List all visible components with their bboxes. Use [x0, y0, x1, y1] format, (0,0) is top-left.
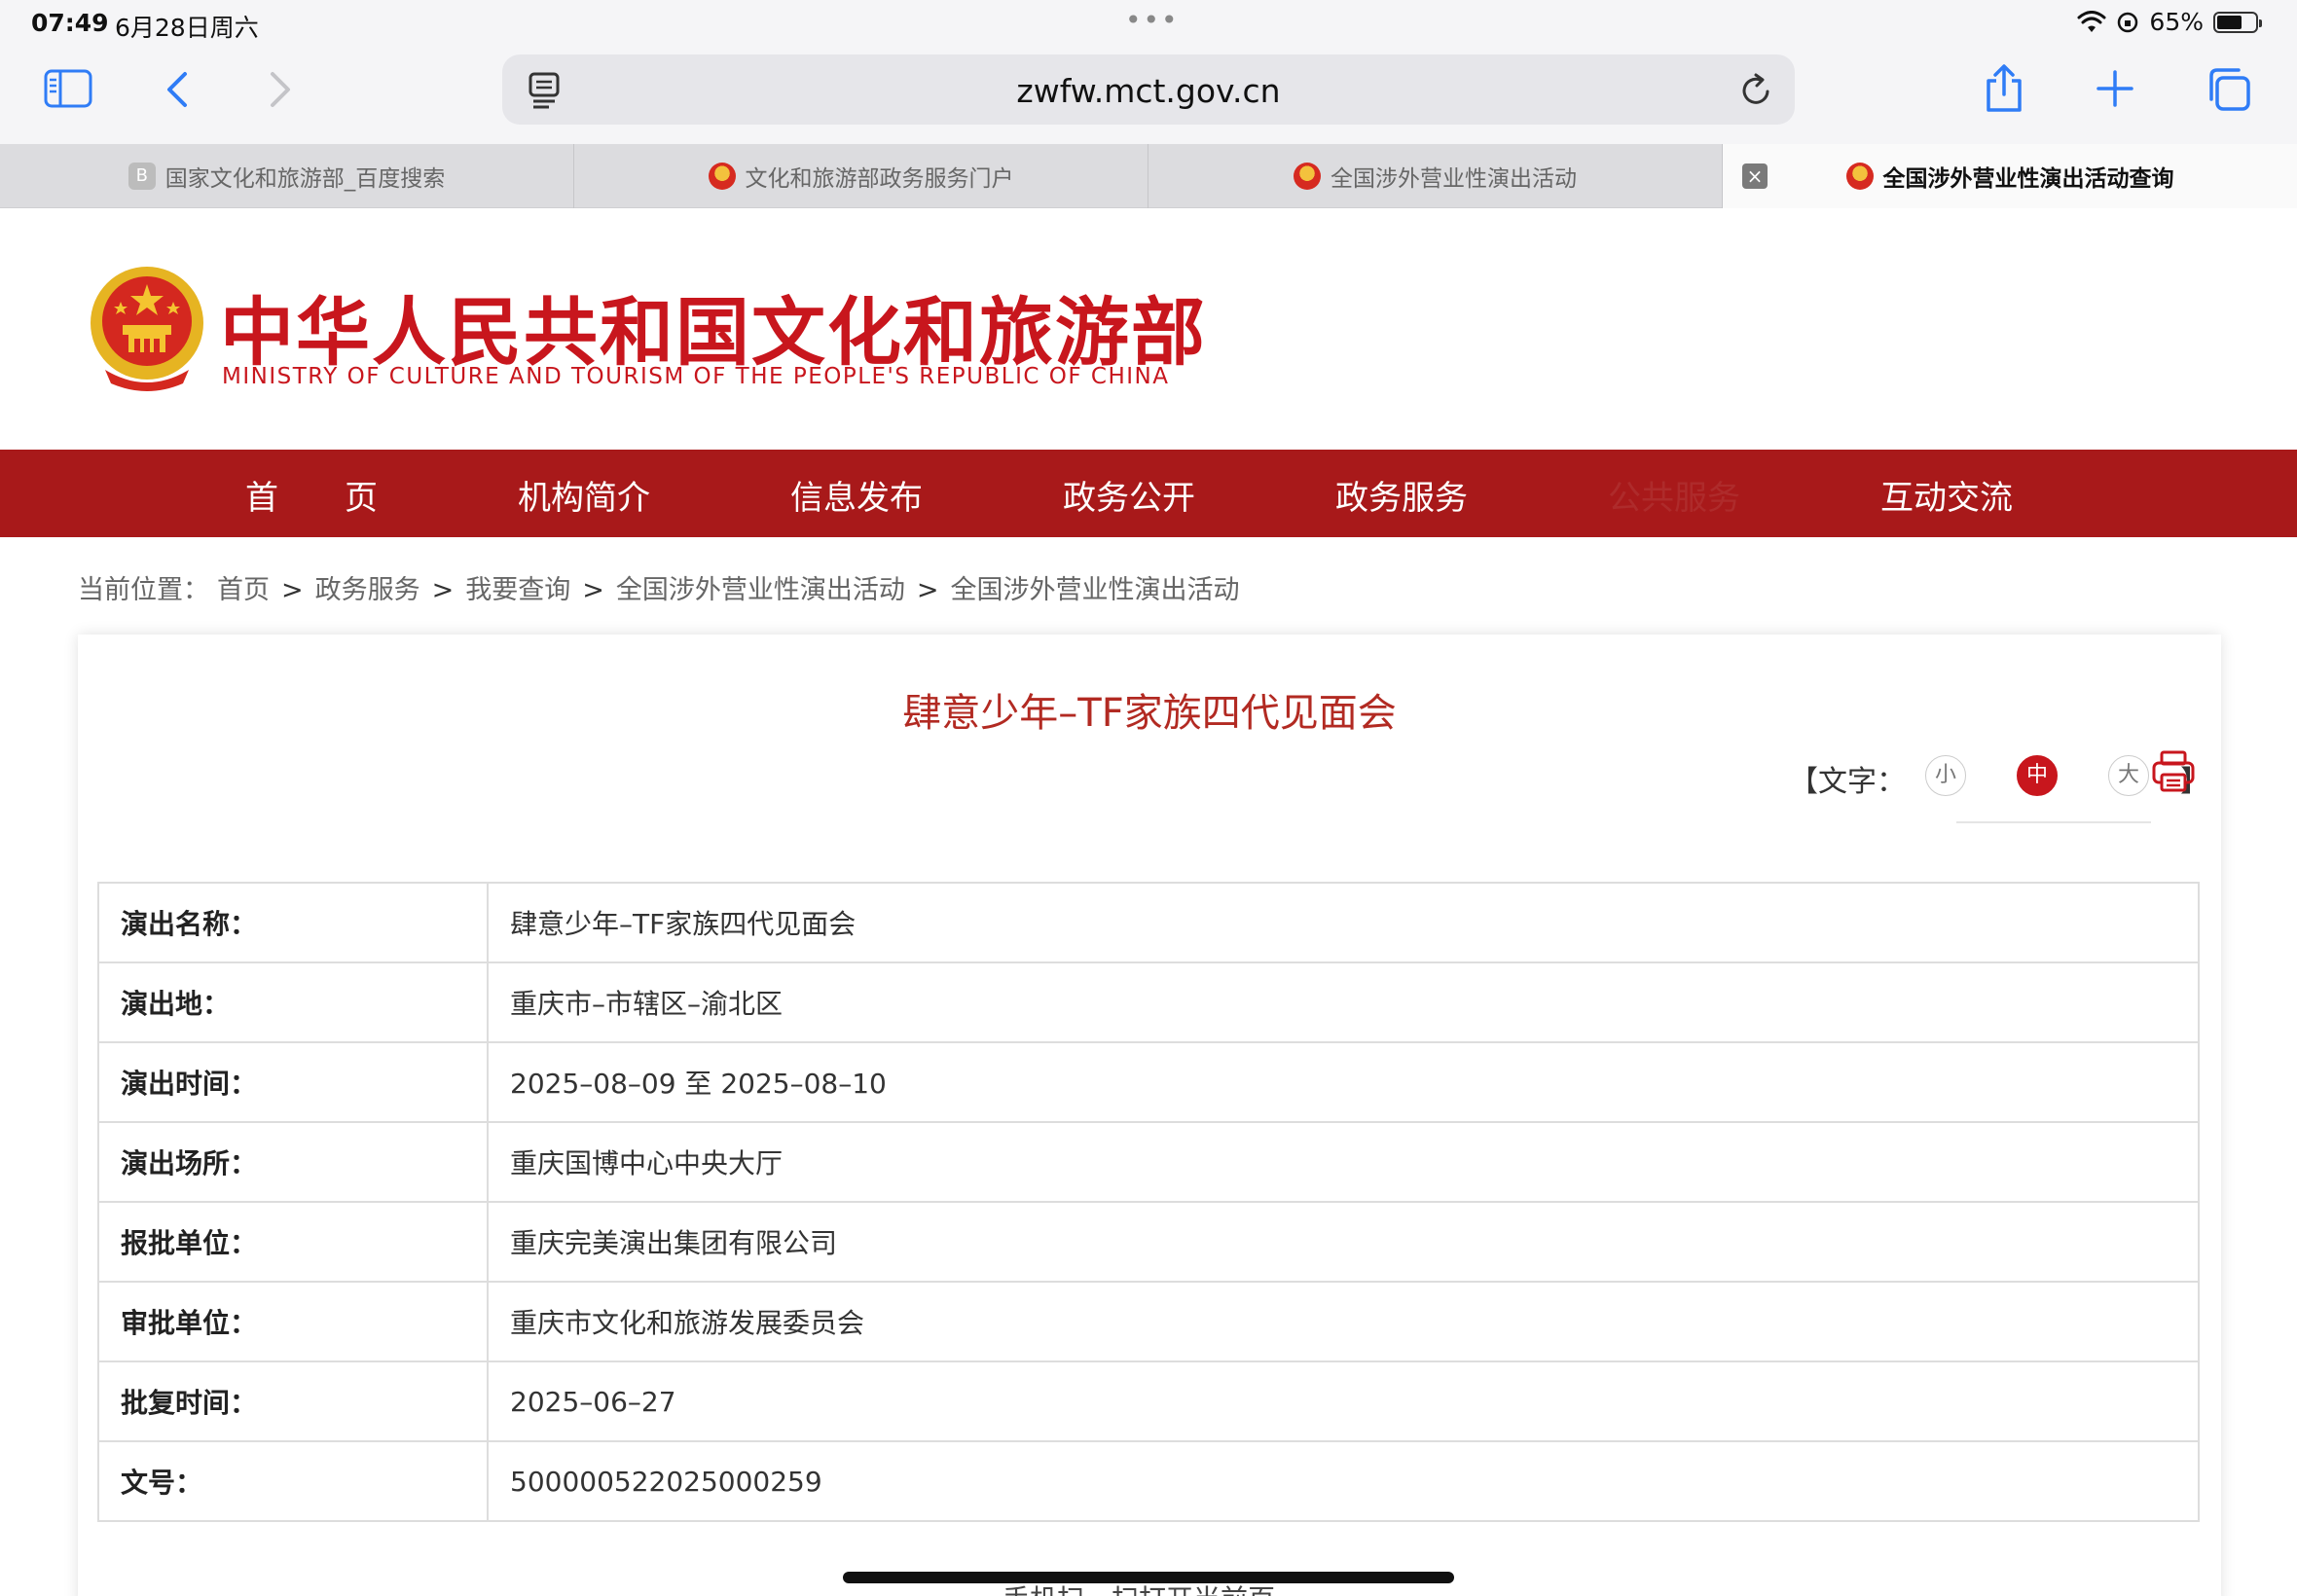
breadcrumb-separator: > [281, 575, 304, 605]
status-date: 6月28日周六 [115, 14, 259, 42]
tab-bar: B 国家文化和旅游部_百度搜索 文化和旅游部政务服务门户 全国涉外营业性演出活动… [0, 144, 2297, 208]
back-button[interactable] [160, 68, 195, 111]
field-value: 肆意少年–TF家族四代见面会 [487, 882, 2200, 963]
plus-icon [2096, 70, 2133, 107]
breadcrumb-separator: > [916, 575, 939, 605]
share-icon [1987, 64, 2022, 112]
field-label: 审批单位： [97, 1281, 489, 1362]
chevron-right-icon [271, 72, 290, 107]
nav-item-home[interactable]: 首 页 [245, 471, 378, 519]
tab-overview-button[interactable] [2206, 66, 2252, 113]
field-label: 演出时间： [97, 1041, 489, 1123]
table-row: 文号： 500000522025000259 [97, 1440, 2200, 1522]
orientation-lock-icon [2118, 12, 2138, 32]
chevron-left-icon [167, 72, 187, 107]
battery-icon [2213, 11, 2262, 33]
table-row: 演出名称： 肆意少年–TF家族四代见面会 [97, 882, 2200, 963]
tab-baidu-search[interactable]: B 国家文化和旅游部_百度搜索 [0, 144, 574, 208]
font-size-medium-button[interactable]: 中 [2017, 755, 2058, 796]
status-bar: 07:49 6月28日周六 ••• 65% [0, 0, 2297, 47]
national-emblem-icon[interactable] [86, 263, 208, 395]
field-value: 重庆国博中心中央大厅 [487, 1121, 2200, 1203]
emblem-icon [708, 163, 736, 190]
site-title-en: MINISTRY OF CULTURE AND TOURISM OF THE P… [222, 364, 1170, 389]
field-value: 2025–06–27 [487, 1360, 2200, 1442]
breadcrumb-separator: > [431, 575, 455, 605]
breadcrumb-item-category[interactable]: 全国涉外营业性演出活动 [616, 575, 905, 605]
home-indicator[interactable] [843, 1572, 1454, 1583]
breadcrumb-prefix: 当前位置： [78, 575, 209, 605]
tab-label: 国家文化和旅游部_百度搜索 [164, 166, 446, 192]
table-row: 演出场所： 重庆国博中心中央大厅 [97, 1121, 2200, 1203]
breadcrumb-item-home[interactable]: 首页 [217, 575, 270, 605]
field-label: 演出场所： [97, 1121, 489, 1203]
table-row: 演出时间： 2025–08–09 至 2025–08–10 [97, 1041, 2200, 1123]
wifi-icon [2077, 10, 2106, 32]
font-size-label: 【文字： [1789, 765, 1906, 799]
status-indicators: 65% [2077, 8, 2262, 36]
tab-label: 文化和旅游部政务服务门户 [745, 166, 1014, 192]
print-icon[interactable] [2151, 749, 2196, 794]
breadcrumb-item-current[interactable]: 全国涉外营业性演出活动 [951, 575, 1240, 605]
article-title: 肆意少年–TF家族四代见面会 [902, 691, 1397, 736]
performance-info-table: 演出名称： 肆意少年–TF家族四代见面会 演出地： 重庆市–市辖区–渝北区 演出… [97, 882, 2200, 1522]
table-row: 批复时间： 2025–06–27 [97, 1360, 2200, 1442]
table-row: 报批单位： 重庆完美演出集团有限公司 [97, 1201, 2200, 1283]
content-card: 肆意少年–TF家族四代见面会 【文字： 小 中 大 】 演出名称： 肆意少年–T… [78, 635, 2221, 1596]
address-bar[interactable]: zwfw.mct.gov.cn [502, 54, 1795, 125]
field-label: 文号： [97, 1440, 489, 1522]
breadcrumb: 当前位置： 首页 > 政务服务 > 我要查询 > 全国涉外营业性演出活动 > 全国涉外营业性演出活… [78, 568, 1248, 606]
reload-icon[interactable] [1738, 72, 1773, 109]
field-label: 演出名称： [97, 882, 489, 963]
baidu-icon: B [128, 163, 156, 190]
nav-item-public-services[interactable]: 公共服务 [1608, 471, 1740, 519]
field-label: 报批单位： [97, 1201, 489, 1283]
tab-label: 全国涉外营业性演出活动查询 [1882, 166, 2174, 192]
field-value: 重庆市–市辖区–渝北区 [487, 961, 2200, 1043]
field-value: 2025–08–09 至 2025–08–10 [487, 1041, 2200, 1123]
site-header: 中华人民共和国文化和旅游部 MINISTRY OF CULTURE AND TO… [0, 216, 2297, 450]
field-label: 批复时间： [97, 1360, 489, 1442]
battery-level [2217, 15, 2242, 29]
nav-item-government-affairs[interactable]: 政务公开 [1063, 471, 1195, 519]
multitasking-dots-icon[interactable]: ••• [1125, 4, 1180, 36]
tabs-icon [2209, 68, 2250, 111]
field-label: 演出地： [97, 961, 489, 1043]
nav-item-news[interactable]: 信息发布 [790, 471, 923, 519]
breadcrumb-item-services[interactable]: 政务服务 [315, 575, 420, 605]
table-row: 演出地： 重庆市–市辖区–渝北区 [97, 961, 2200, 1043]
nav-item-about[interactable]: 机构简介 [518, 471, 650, 519]
font-size-large-button[interactable]: 大 [2108, 755, 2149, 796]
nav-item-interaction[interactable]: 互动交流 [1880, 471, 2013, 519]
url-text[interactable]: zwfw.mct.gov.cn [502, 72, 1795, 110]
tab-foreign-performance[interactable]: 全国涉外营业性演出活动 [1148, 144, 1723, 208]
battery-percent: 65% [2149, 8, 2204, 36]
tab-performance-query[interactable]: 全国涉外营业性演出活动查询 [1723, 144, 2297, 208]
emblem-icon [1294, 163, 1321, 190]
main-nav: 首 页 机构简介 信息发布 政务公开 政务服务 公共服务 互动交流 [0, 450, 2297, 537]
share-button[interactable] [1982, 62, 2026, 115]
field-value: 500000522025000259 [487, 1440, 2200, 1522]
sidebar-toggle-icon[interactable] [43, 66, 93, 111]
tab-service-portal[interactable]: 文化和旅游部政务服务门户 [574, 144, 1148, 208]
field-value: 重庆完美演出集团有限公司 [487, 1201, 2200, 1283]
table-row: 审批单位： 重庆市文化和旅游发展委员会 [97, 1281, 2200, 1362]
browser-toolbar: zwfw.mct.gov.cn [0, 47, 2297, 144]
status-time: 07:49 [31, 9, 109, 37]
tab-label: 全国涉外营业性演出活动 [1331, 166, 1577, 192]
new-tab-button[interactable] [2095, 68, 2135, 109]
breadcrumb-item-query[interactable]: 我要查询 [465, 575, 570, 605]
font-size-control: 【文字： 小 中 大 】 [1713, 749, 2209, 823]
breadcrumb-separator: > [582, 575, 604, 605]
field-value: 重庆市文化和旅游发展委员会 [487, 1281, 2200, 1362]
nav-item-government-services[interactable]: 政务服务 [1335, 471, 1468, 519]
font-size-divider [1956, 821, 2151, 823]
forward-button[interactable] [263, 68, 298, 111]
close-tab-icon[interactable]: × [1742, 163, 1768, 189]
font-size-small-button[interactable]: 小 [1925, 755, 1966, 796]
emblem-icon [1845, 163, 1874, 190]
